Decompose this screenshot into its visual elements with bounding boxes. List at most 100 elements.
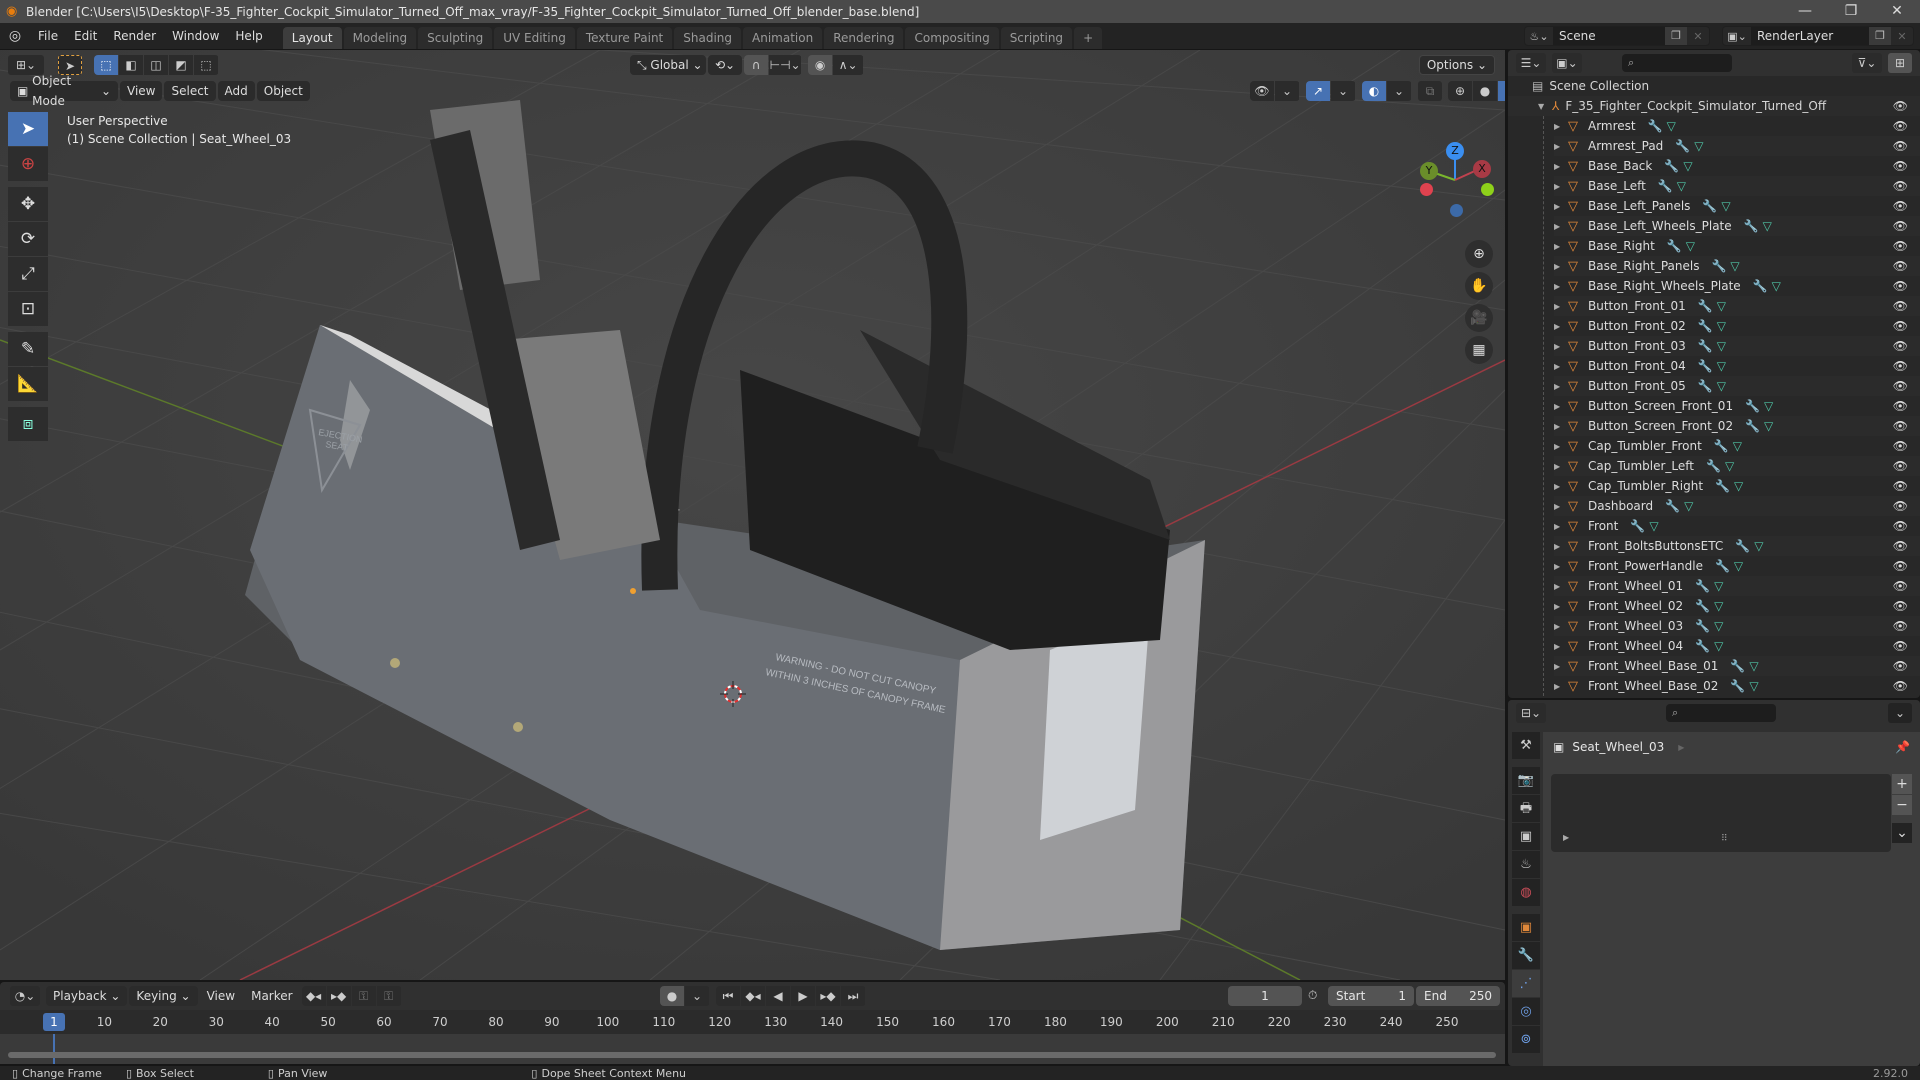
outliner-item[interactable]: ▶ ▽ Front_Wheel_Base_01 🔧 ▽ 👁 bbox=[1554, 656, 1920, 676]
new-view-layer-icon[interactable]: ❐ bbox=[1869, 27, 1891, 45]
outliner-item[interactable]: ▶ ▽ Front_Wheel_Base_02 🔧 ▽ 👁 bbox=[1554, 676, 1920, 696]
play-reverse-icon[interactable]: ◀ bbox=[766, 986, 790, 1006]
menu-file[interactable]: File bbox=[30, 29, 66, 43]
auto-keying-icon[interactable]: ● bbox=[660, 986, 684, 1006]
modifier-wrench-icon[interactable]: 🔧 bbox=[1715, 559, 1730, 573]
zoom-view-icon[interactable]: ⊕ bbox=[1465, 240, 1493, 268]
overlays-dropdown[interactable]: ⌄ bbox=[1387, 81, 1411, 101]
mode-dropdown[interactable]: ▣ Object Mode ⌄ bbox=[10, 74, 118, 108]
outliner-item[interactable]: ▶ ▽ Front_Wheel_03 🔧 ▽ 👁 bbox=[1554, 616, 1920, 636]
navigation-gizmo[interactable]: Z Y X bbox=[1385, 110, 1505, 250]
expand-arrow-icon[interactable]: ▶ bbox=[1554, 482, 1564, 491]
gizmo-neg-z-axis[interactable] bbox=[1450, 204, 1463, 217]
gizmo-neg-y-axis[interactable] bbox=[1481, 183, 1494, 196]
outliner-item[interactable]: ▶ ▽ Base_Left_Wheels_Plate 🔧 ▽ 👁 bbox=[1554, 216, 1920, 236]
timeline-menu-marker[interactable]: Marker bbox=[244, 986, 299, 1006]
outliner-item[interactable]: ▶ ▽ Front 🔧 ▽ 👁 bbox=[1554, 516, 1920, 536]
modifier-wrench-icon[interactable]: 🔧 bbox=[1667, 239, 1682, 253]
collection-row[interactable]: ▼ ⅄ F_35_Fighter_Cockpit_Simulator_Turne… bbox=[1508, 96, 1920, 116]
visibility-eye-icon[interactable]: 👁 bbox=[1893, 199, 1908, 213]
keying-dropdown[interactable]: Keying ⌄ bbox=[129, 986, 198, 1006]
outliner-item[interactable]: ▶ ▽ Button_Screen_Front_01 🔧 ▽ 👁 bbox=[1554, 396, 1920, 416]
modifier-wrench-icon[interactable]: 🔧 bbox=[1715, 479, 1730, 493]
shading-material-icon[interactable]: ◑ bbox=[1498, 81, 1505, 101]
visibility-eye-icon[interactable]: 👁 bbox=[1893, 519, 1908, 533]
visibility-eye-icon[interactable]: 👁 bbox=[1893, 579, 1908, 593]
mesh-data-icon[interactable]: ▽ bbox=[1721, 199, 1730, 213]
expand-arrow-icon[interactable]: ▶ bbox=[1554, 242, 1564, 251]
select-mode-new-icon[interactable]: ⬚ bbox=[94, 55, 118, 75]
snap-toggle-icon[interactable]: ∩ bbox=[744, 55, 769, 75]
visibility-eye-icon[interactable]: 👁 bbox=[1893, 299, 1908, 313]
visibility-eye-icon[interactable]: 👁 bbox=[1893, 639, 1908, 653]
menu-render[interactable]: Render bbox=[105, 29, 164, 43]
visibility-eye-icon[interactable]: 👁 bbox=[1893, 339, 1908, 353]
pin-icon[interactable]: 📌 bbox=[1895, 740, 1910, 754]
mesh-data-icon[interactable]: ▽ bbox=[1686, 239, 1695, 253]
visibility-eye-icon[interactable]: 👁 bbox=[1893, 679, 1908, 693]
modifier-wrench-icon[interactable]: 🔧 bbox=[1711, 259, 1726, 273]
gizmo-neg-x-axis[interactable] bbox=[1420, 183, 1433, 196]
tab-rendering[interactable]: Rendering bbox=[824, 27, 904, 49]
expand-arrow-icon[interactable]: ▶ bbox=[1554, 322, 1564, 331]
expand-arrow-icon[interactable]: ▶ bbox=[1554, 262, 1564, 271]
expand-arrow-icon[interactable]: ▶ bbox=[1554, 502, 1564, 511]
properties-search-input[interactable]: ⌕ bbox=[1666, 704, 1776, 722]
mesh-data-icon[interactable]: ▽ bbox=[1714, 639, 1723, 653]
tool-add-cube[interactable]: ⧈ bbox=[8, 407, 48, 441]
select-mode-subtract-icon[interactable]: ◫ bbox=[144, 55, 168, 75]
modifier-wrench-icon[interactable]: 🔧 bbox=[1745, 399, 1760, 413]
outliner-item[interactable]: ▶ ▽ Button_Front_03 🔧 ▽ 👁 bbox=[1554, 336, 1920, 356]
falloff-dropdown[interactable]: ∧⌄ bbox=[833, 55, 864, 75]
close-button[interactable]: ✕ bbox=[1874, 0, 1920, 23]
ortho-toggle-icon[interactable]: ▦ bbox=[1465, 336, 1493, 364]
mesh-data-icon[interactable]: ▽ bbox=[1772, 279, 1781, 293]
add-workspace-button[interactable]: + bbox=[1074, 27, 1103, 49]
modifier-wrench-icon[interactable]: 🔧 bbox=[1698, 359, 1713, 373]
visibility-eye-icon[interactable]: 👁 bbox=[1893, 499, 1908, 513]
particle-system-list[interactable]: ▶ ⠿ bbox=[1551, 774, 1891, 852]
gizmo-toggle-icon[interactable]: ↗ bbox=[1306, 81, 1330, 101]
mesh-data-icon[interactable]: ▽ bbox=[1730, 259, 1739, 273]
outliner-item[interactable]: ▶ ▽ Front_BoltsButtonsETC 🔧 ▽ 👁 bbox=[1554, 536, 1920, 556]
modifier-wrench-icon[interactable]: 🔧 bbox=[1648, 119, 1663, 133]
modifier-wrench-icon[interactable]: 🔧 bbox=[1698, 339, 1713, 353]
expand-arrow-icon[interactable]: ▶ bbox=[1554, 122, 1564, 131]
modifier-wrench-icon[interactable]: 🔧 bbox=[1665, 499, 1680, 513]
modifier-wrench-icon[interactable]: 🔧 bbox=[1658, 179, 1673, 193]
outliner-item[interactable]: ▶ ▽ Cap_Tumbler_Front 🔧 ▽ 👁 bbox=[1554, 436, 1920, 456]
menu-select[interactable]: Select bbox=[164, 81, 216, 101]
visibility-eye-icon[interactable]: 👁 bbox=[1893, 659, 1908, 673]
mesh-data-icon[interactable]: ▽ bbox=[1667, 119, 1676, 133]
tool-select-box[interactable]: ➤ bbox=[8, 112, 48, 146]
modifier-wrench-icon[interactable]: 🔧 bbox=[1730, 659, 1745, 673]
expand-arrow-icon[interactable]: ▶ bbox=[1554, 462, 1564, 471]
overlays-toggle-icon[interactable]: ◐ bbox=[1362, 81, 1386, 101]
delete-scene-icon[interactable]: ✕ bbox=[1687, 30, 1709, 43]
visibility-eye-icon[interactable]: 👁 bbox=[1893, 379, 1908, 393]
mesh-data-icon[interactable]: ▽ bbox=[1714, 619, 1723, 633]
tab-uv-editing[interactable]: UV Editing bbox=[494, 27, 575, 49]
menu-view[interactable]: View bbox=[120, 81, 163, 101]
playhead-line[interactable] bbox=[53, 1034, 55, 1064]
outliner-item[interactable]: ▶ ▽ Front_Wheel_01 🔧 ▽ 👁 bbox=[1554, 576, 1920, 596]
tool-move[interactable]: ✥ bbox=[8, 187, 48, 221]
visibility-eye-icon[interactable]: 👁 bbox=[1893, 139, 1908, 153]
visibility-eye-icon[interactable]: 👁 bbox=[1893, 99, 1908, 113]
mesh-data-icon[interactable]: ▽ bbox=[1694, 139, 1703, 153]
modifier-wrench-icon[interactable]: 🔧 bbox=[1695, 639, 1710, 653]
outliner-item[interactable]: ▶ ▽ Front_PowerHandle 🔧 ▽ 👁 bbox=[1554, 556, 1920, 576]
particle-properties-tab[interactable]: ⋰ bbox=[1512, 970, 1540, 997]
mesh-data-icon[interactable]: ▽ bbox=[1717, 379, 1726, 393]
outliner-item[interactable]: ▶ ▽ Front_Wheel_04 🔧 ▽ 👁 bbox=[1554, 636, 1920, 656]
scene-collection-row[interactable]: ▤ Scene Collection bbox=[1508, 76, 1920, 96]
visibility-eye-icon[interactable]: 👁 bbox=[1893, 399, 1908, 413]
new-collection-icon[interactable]: ⊞ bbox=[1888, 53, 1912, 73]
expand-arrow-icon[interactable]: ▶ bbox=[1554, 182, 1564, 191]
outliner-item[interactable]: ▶ ▽ Cap_Tumbler_Left 🔧 ▽ 👁 bbox=[1554, 456, 1920, 476]
gizmo-z-axis[interactable]: Z bbox=[1446, 142, 1464, 160]
expand-arrow-icon[interactable]: ▶ bbox=[1554, 202, 1564, 211]
outliner-item[interactable]: ▶ ▽ Armrest 🔧 ▽ 👁 bbox=[1554, 116, 1920, 136]
play-icon[interactable]: ▶ bbox=[791, 986, 815, 1006]
scene-properties-tab[interactable]: ♨ bbox=[1512, 851, 1540, 878]
